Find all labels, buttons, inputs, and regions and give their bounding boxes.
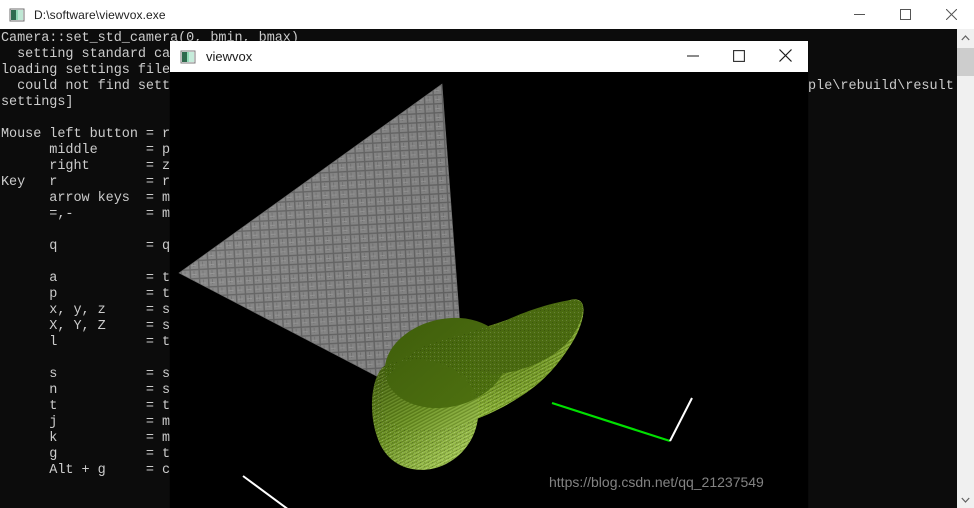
viewvox-titlebar[interactable]: viewvox	[170, 41, 808, 72]
console-scrollbar[interactable]	[957, 29, 974, 508]
console-maximize-button[interactable]	[882, 0, 928, 29]
screen: D:\software\viewvox.exe Camera::set_std_…	[0, 0, 974, 508]
viewvox-title-text: viewvox	[206, 49, 253, 64]
console-title-text: D:\software\viewvox.exe	[34, 7, 166, 22]
console-output-right-fragment: ple\rebuild\result.	[808, 79, 957, 94]
scrollbar-up-arrow-button[interactable]	[957, 29, 974, 46]
console-titlebar[interactable]: D:\software\viewvox.exe	[0, 0, 974, 30]
console-close-button[interactable]	[928, 0, 974, 29]
viewvox-app-icon	[180, 49, 196, 65]
scrollbar-thumb[interactable]	[957, 48, 974, 76]
console-minimize-button[interactable]	[836, 0, 882, 29]
viewvox-window: viewvox	[170, 41, 808, 508]
viewvox-maximize-button[interactable]	[716, 41, 762, 70]
viewvox-close-button[interactable]	[762, 41, 808, 70]
watermark-text: https://blog.csdn.net/qq_21237549	[549, 474, 764, 490]
scrollbar-down-arrow-button[interactable]	[957, 491, 974, 508]
voxel-scene	[170, 72, 808, 508]
viewvox-3d-viewport[interactable]	[170, 72, 808, 508]
viewvox-minimize-button[interactable]	[670, 41, 716, 70]
scrollbar-track[interactable]	[957, 46, 974, 491]
viewvox-window-controls	[670, 41, 808, 70]
console-window-controls	[836, 0, 974, 29]
console-app-icon	[9, 7, 25, 23]
